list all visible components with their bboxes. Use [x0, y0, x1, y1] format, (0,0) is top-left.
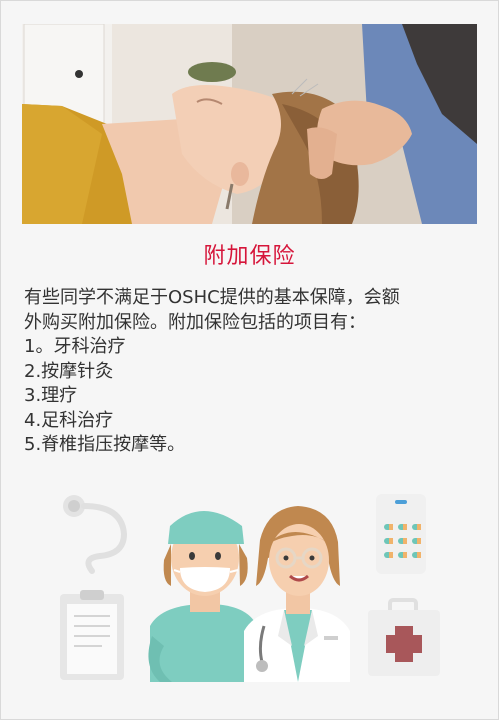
pill-box-icon	[376, 494, 426, 574]
stethoscope-icon	[63, 495, 128, 574]
list-item-5: 5.脊椎指压按摩等。	[24, 434, 186, 455]
doctor-figure	[244, 506, 350, 682]
list-item-2: 2.按摩针灸	[24, 360, 114, 382]
intro-line-2: 外购买附加保险。附加保险包括的项目有：	[24, 311, 366, 333]
page-title: 附加保险	[203, 244, 296, 269]
first-aid-kit-icon	[368, 598, 440, 676]
list-item-3: 3.理疗	[24, 385, 78, 406]
medical-illustration	[52, 486, 448, 682]
article-body: 有些同学不满足于OSHC提供的基本保障，会额 外购买附加保险。附加保险包括的项目…	[24, 286, 476, 458]
clipboard-icon	[60, 590, 124, 680]
intro-line-1: 有些同学不满足于OSHC提供的基本保障，会额	[24, 287, 400, 308]
list-item-1: 1。牙科治疗	[24, 336, 126, 357]
nurse-figure	[148, 511, 257, 682]
acupuncture-photo	[22, 24, 477, 224]
list-item-4: 4.足科治疗	[24, 409, 114, 431]
